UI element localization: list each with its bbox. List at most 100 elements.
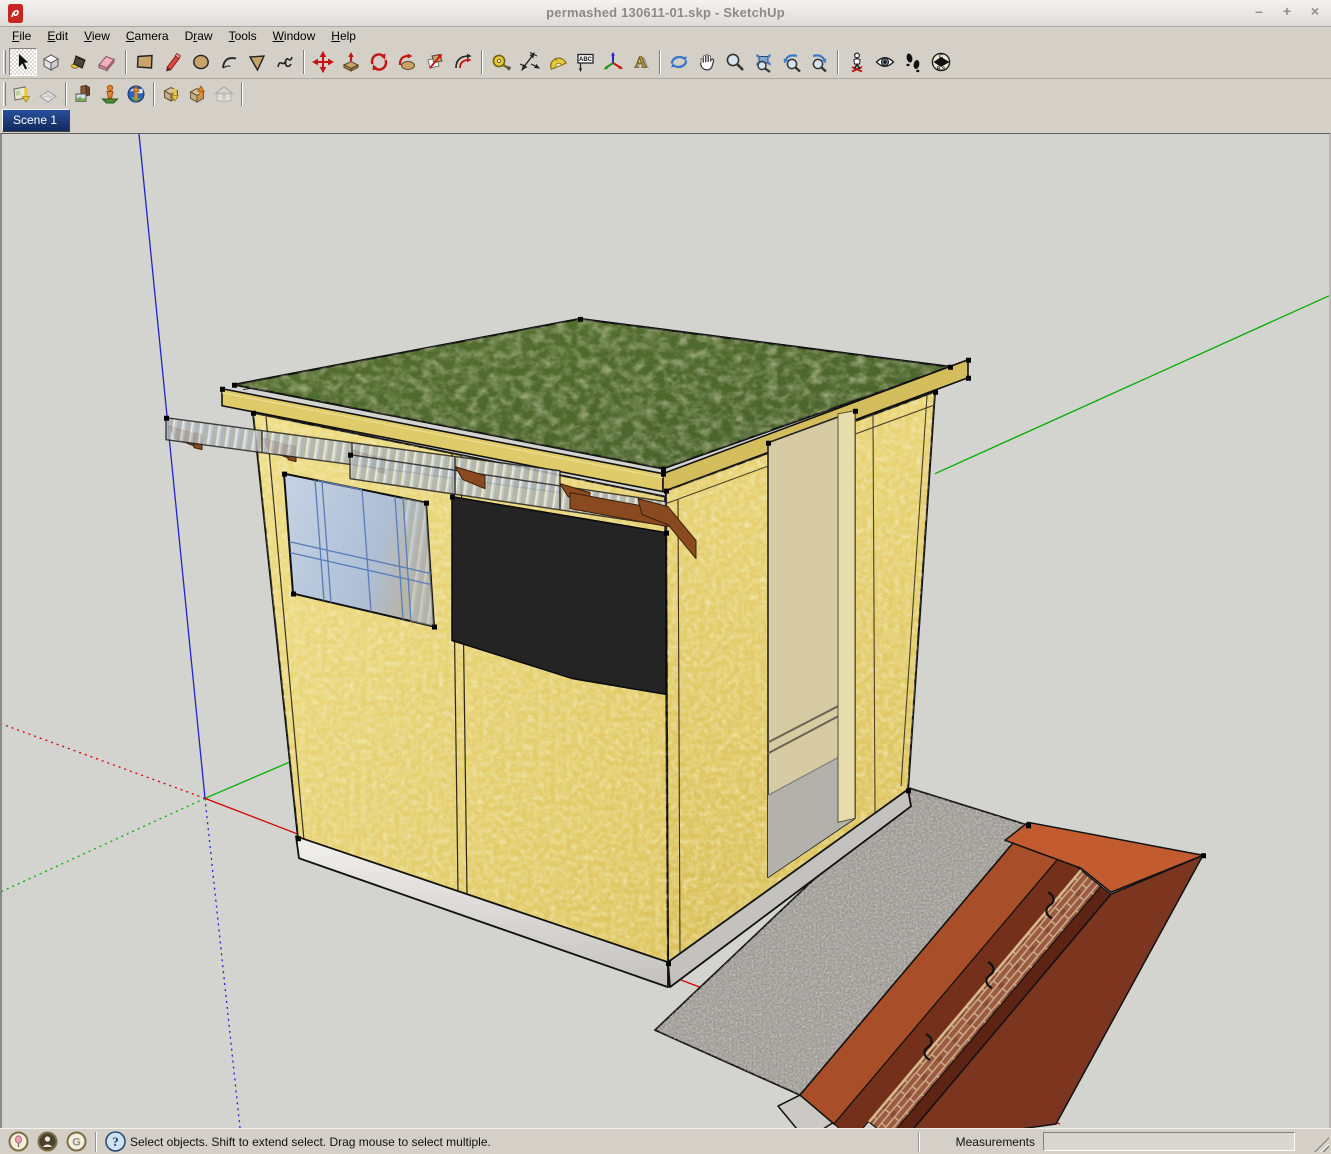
- status-bar: G ? Select objects. Shift to extend sele…: [0, 1128, 1331, 1154]
- tool-get-current-view[interactable]: [9, 81, 35, 107]
- rotate-icon: [368, 51, 390, 73]
- tool-freehand[interactable]: [271, 48, 299, 76]
- scene-tab[interactable]: Scene 1: [2, 109, 70, 132]
- signin-status-icon[interactable]: G: [66, 1131, 87, 1152]
- tool-make-component[interactable]: [37, 48, 65, 76]
- select-icon: [12, 51, 34, 73]
- toolbar-main: ABC AA: [0, 46, 1331, 79]
- toggle-terrain-icon: [37, 83, 59, 105]
- tool-circle[interactable]: [187, 48, 215, 76]
- tool-axes[interactable]: [599, 48, 627, 76]
- position-camera-icon: [846, 51, 868, 73]
- tool-follow-me[interactable]: [393, 48, 421, 76]
- toolbar-separator: [659, 50, 661, 74]
- tool-tape-measure[interactable]: [487, 48, 515, 76]
- zoom-next-icon: [808, 51, 830, 73]
- green-axis-dotted: [2, 798, 205, 892]
- tool-eraser[interactable]: [93, 48, 121, 76]
- polygon-icon: [246, 51, 268, 73]
- zoom-previous-icon: [780, 51, 802, 73]
- window-title: permashed 130611-01.skp - SketchUp: [0, 5, 1331, 20]
- get-models-icon: [161, 83, 183, 105]
- statusbar-separator: [918, 1132, 920, 1152]
- toolbar-separator: [481, 50, 483, 74]
- green-axis-solid: [935, 296, 1329, 474]
- maximize-button[interactable]: +: [1279, 3, 1295, 19]
- zoom-extents-icon: [752, 51, 774, 73]
- close-button[interactable]: ×: [1307, 3, 1323, 19]
- tool-place-model[interactable]: [97, 81, 123, 107]
- tool-rotate[interactable]: [365, 48, 393, 76]
- protractor-icon: [546, 51, 568, 73]
- tool-photo-textures[interactable]: [71, 81, 97, 107]
- tool-look-around[interactable]: [871, 48, 899, 76]
- google-earth-icon: [125, 83, 147, 105]
- tool-text[interactable]: ABC: [571, 48, 599, 76]
- statusbar-separator: [95, 1132, 97, 1152]
- measurements-input[interactable]: [1043, 1132, 1295, 1151]
- svg-text:R-S: R-S: [937, 67, 946, 73]
- tool-toggle-terrain[interactable]: [35, 81, 61, 107]
- tool-zoom[interactable]: [721, 48, 749, 76]
- tool-select[interactable]: [9, 48, 37, 76]
- follow-me-icon: [396, 51, 418, 73]
- tool-pan[interactable]: [693, 48, 721, 76]
- tool-zoom-extents[interactable]: [749, 48, 777, 76]
- green-axis-solid: [205, 762, 289, 798]
- geolocation-status-icon[interactable]: [8, 1131, 29, 1152]
- scale-icon: [424, 51, 446, 73]
- menu-item[interactable]: Camera: [118, 28, 177, 45]
- minimize-button[interactable]: –: [1251, 3, 1267, 19]
- tool-share-model[interactable]: [185, 81, 211, 107]
- menu-item[interactable]: Tools: [221, 28, 265, 45]
- red-axis-solid: [205, 798, 301, 835]
- tool-offset[interactable]: [449, 48, 477, 76]
- photo-textures-icon: [73, 83, 95, 105]
- tool-share-component[interactable]: [211, 81, 237, 107]
- status-tip: Select objects. Shift to extend select. …: [130, 1135, 491, 1149]
- tool-compass-rs[interactable]: C R-S: [927, 48, 955, 76]
- tool-position-camera[interactable]: [843, 48, 871, 76]
- toolbar-grip[interactable]: [3, 82, 6, 106]
- tool-paint-bucket[interactable]: [65, 48, 93, 76]
- tool-zoom-next[interactable]: [805, 48, 833, 76]
- scene-tab-strip: Scene 1: [0, 108, 1331, 133]
- open-door-leaf[interactable]: [838, 411, 855, 823]
- tool-walk[interactable]: [899, 48, 927, 76]
- tool-dimension[interactable]: [515, 48, 543, 76]
- menu-item[interactable]: Help: [323, 28, 364, 45]
- tool-scale[interactable]: [421, 48, 449, 76]
- menu-item[interactable]: Window: [265, 28, 324, 45]
- tool-polygon[interactable]: [243, 48, 271, 76]
- toolbar-separator: [65, 82, 67, 106]
- tool-push-pull[interactable]: [337, 48, 365, 76]
- tool-preview-in-google-earth[interactable]: [123, 81, 149, 107]
- tool-zoom-previous[interactable]: [777, 48, 805, 76]
- tool-arc[interactable]: [215, 48, 243, 76]
- help-icon[interactable]: ?: [105, 1131, 126, 1152]
- toolbar-separator: [837, 50, 839, 74]
- tool-orbit[interactable]: [665, 48, 693, 76]
- tool-move[interactable]: [309, 48, 337, 76]
- walk-icon: [902, 51, 924, 73]
- tool-line[interactable]: [159, 48, 187, 76]
- svg-text:C: C: [939, 54, 943, 60]
- make-component-icon: [40, 51, 62, 73]
- toolbar-grip[interactable]: [3, 50, 6, 74]
- tool-protractor[interactable]: [543, 48, 571, 76]
- menu-item[interactable]: View: [76, 28, 118, 45]
- tool-3d-text[interactable]: AA: [627, 48, 655, 76]
- offset-icon: [452, 51, 474, 73]
- menu-item[interactable]: Edit: [39, 28, 76, 45]
- user-status-icon[interactable]: [37, 1131, 58, 1152]
- tool-get-models[interactable]: [159, 81, 185, 107]
- menu-item[interactable]: Draw: [177, 28, 221, 45]
- move-icon: [312, 51, 334, 73]
- compass-rs-icon: C R-S: [930, 51, 952, 73]
- orbit-icon: [668, 51, 690, 73]
- menu-item[interactable]: File: [4, 28, 39, 45]
- get-current-view-icon: [11, 83, 33, 105]
- place-model-icon: [99, 83, 121, 105]
- tool-rectangle[interactable]: [131, 48, 159, 76]
- model-viewport[interactable]: [0, 133, 1331, 1128]
